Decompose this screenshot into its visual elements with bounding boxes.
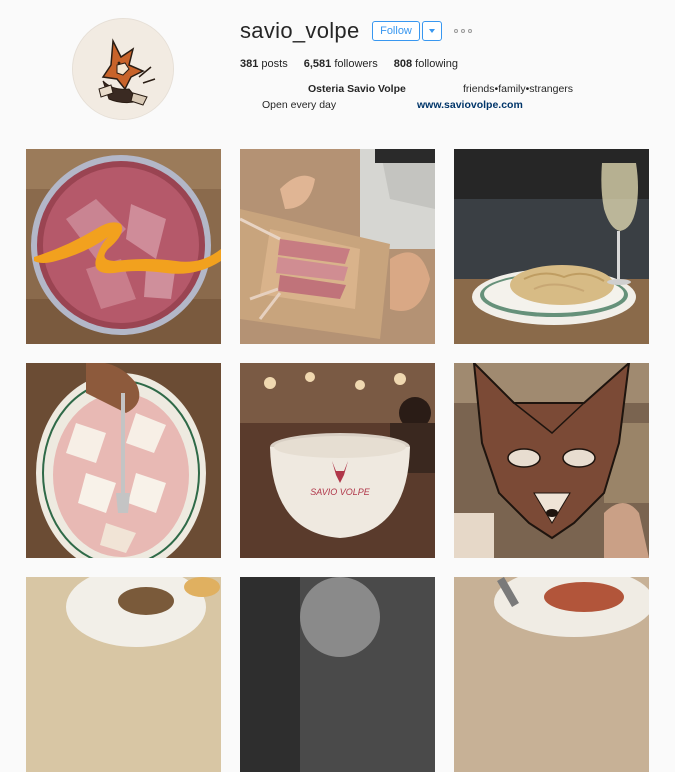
post-tile-cup[interactable]: SAVIO VOLPE — [240, 363, 435, 558]
bio-website-link[interactable]: www.saviovolpe.com — [417, 99, 523, 111]
post-tile-portrait-partial[interactable] — [240, 577, 435, 772]
post-tile-lamb-chops[interactable] — [240, 149, 435, 344]
post-tile-fox-mask[interactable] — [454, 363, 649, 558]
post-tile-cocktail[interactable] — [26, 149, 221, 344]
fox-illustration-icon — [73, 19, 173, 119]
follow-options-button[interactable] — [422, 21, 442, 41]
profile-username: savio_volpe — [240, 18, 360, 43]
profile-stats: 381 posts 6,581 followers 808 following — [240, 58, 458, 70]
following-stat[interactable]: 808 following — [394, 58, 458, 70]
post-tile-prosciutto[interactable] — [26, 363, 221, 558]
bio-full-name: Osteria Savio Volpe — [308, 83, 406, 95]
bio-tagline: friends•family•strangers — [463, 83, 574, 95]
bio-hours: Open every day — [262, 99, 337, 111]
followers-stat[interactable]: 6,581 followers — [304, 58, 378, 70]
posts-stat: 381 posts — [240, 58, 288, 70]
post-tile-food-partial[interactable] — [26, 577, 221, 772]
post-tile-pasta-wine[interactable] — [454, 149, 649, 344]
profile-avatar[interactable] — [72, 18, 174, 120]
more-options-icon[interactable] — [454, 29, 472, 33]
follow-button[interactable]: Follow — [372, 21, 420, 41]
svg-text:SAVIO VOLPE: SAVIO VOLPE — [310, 487, 371, 497]
post-tile-dish-partial[interactable] — [454, 577, 649, 772]
chevron-down-icon — [429, 29, 435, 33]
